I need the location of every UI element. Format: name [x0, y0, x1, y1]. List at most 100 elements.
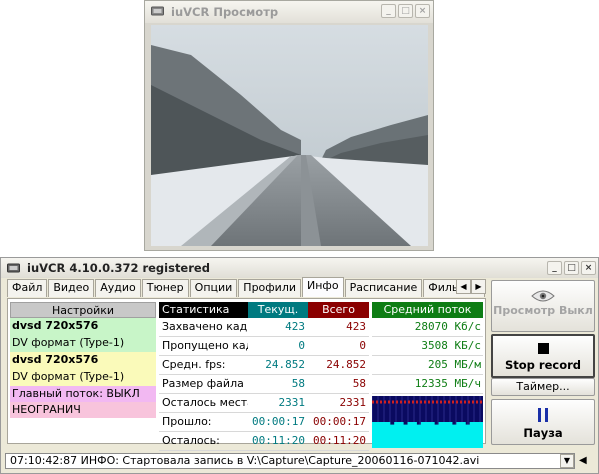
- stat-label: Размер файла: [159, 375, 248, 394]
- preview-window-title: iuVCR Просмотр: [171, 5, 279, 19]
- main-titlebar[interactable]: iuVCR 4.10.0.372 registered _ □ ×: [1, 258, 598, 278]
- stat-current-value: 24.852: [248, 356, 308, 375]
- graph-bar: [438, 422, 444, 448]
- minimize-icon[interactable]: _: [381, 4, 396, 18]
- stats-row: Прошло: 00:00:17 00:00:17: [159, 413, 369, 432]
- stat-label: Пропущено кадров:: [159, 337, 248, 356]
- pause-label: Пауза: [523, 426, 563, 440]
- tab-profiles[interactable]: Профили: [238, 279, 302, 297]
- stat-label: Прошло:: [159, 413, 248, 432]
- stat-current-value: 2331: [248, 394, 308, 413]
- graph-bar: [385, 422, 391, 448]
- graph-bar: [376, 422, 382, 448]
- preview-button-label: Просмотр Выкл: [493, 304, 593, 317]
- stat-label: Осталось:: [159, 432, 248, 451]
- stat-current-value: 00:11:20: [248, 432, 308, 451]
- video-preview: [151, 25, 428, 246]
- settings-row: DV формат (Type-1): [10, 335, 156, 352]
- stat-total-value: 00:00:17: [308, 413, 369, 432]
- preview-toggle-button[interactable]: Просмотр Выкл: [491, 280, 595, 332]
- stats-row: Захвачено кадров:423423: [159, 318, 369, 337]
- tab-scroll-left-icon[interactable]: ◀: [456, 279, 471, 294]
- tab-scroll-right-icon[interactable]: ▶: [471, 279, 486, 294]
- bitrate-value: 3508 КБ/с: [372, 337, 483, 356]
- settings-column: Настройки dvsd 720x576 DV формат (Type-1…: [10, 302, 156, 418]
- pause-button[interactable]: Пауза: [491, 399, 595, 445]
- graph-bar: [478, 422, 483, 448]
- graph-bar: [398, 422, 404, 448]
- graph-bar: [407, 422, 413, 448]
- status-text: 07:10:42:87 ИНФО: Стартовала запись в V:…: [10, 454, 480, 467]
- stat-current-value: 0: [248, 337, 308, 356]
- graph-bar: [474, 422, 480, 448]
- graph-bar: [411, 422, 417, 448]
- current-header: Текущ.: [248, 302, 308, 318]
- app-icon: [7, 263, 20, 273]
- tab-video[interactable]: Видео: [48, 279, 95, 297]
- tab-bar: Файл Видео Аудио Тюнер Опции Профили Инф…: [7, 277, 486, 297]
- bitrate-header: Средний поток: [372, 302, 483, 318]
- graph-bar: [469, 422, 475, 448]
- stats-table: Статистика Текущ. Всего Захвачено кадров…: [159, 302, 369, 451]
- stats-row: Пропущено кадров:00: [159, 337, 369, 356]
- graph-bar: [460, 422, 466, 448]
- preview-window: iuVCR Просмотр _ □ ×: [144, 0, 434, 251]
- stat-total-value: 2331: [308, 394, 369, 413]
- graph-bar: [451, 424, 457, 448]
- stat-current-value: 423: [248, 318, 308, 337]
- close-icon[interactable]: ×: [415, 4, 430, 18]
- tab-info[interactable]: Инфо: [302, 277, 344, 297]
- main-window-title: iuVCR 4.10.0.372 registered: [27, 261, 210, 275]
- settings-header: Настройки: [10, 302, 156, 318]
- stat-current-value: 58: [248, 375, 308, 394]
- settings-row: Главный поток: ВЫКЛ: [10, 386, 156, 402]
- maximize-icon[interactable]: □: [398, 4, 413, 18]
- bitrate-column: Средний поток 28070 Кб/с 3508 КБ/с 205 М…: [372, 302, 483, 448]
- graph-bar: [434, 424, 440, 448]
- scroll-left-icon[interactable]: ◀: [579, 455, 587, 466]
- tab-file[interactable]: Файл: [7, 279, 48, 297]
- graph-bar: [394, 422, 400, 448]
- stats-row: Размер файла 58 58: [159, 375, 369, 394]
- bitrate-value: 12335 МБ/ч: [372, 375, 483, 394]
- tab-options[interactable]: Опции: [189, 279, 238, 297]
- graph-bar: [389, 424, 395, 448]
- graph-bar: [420, 422, 426, 448]
- graph-bar: [416, 424, 422, 448]
- maximize-icon[interactable]: □: [564, 261, 579, 275]
- graph-bar: [429, 422, 435, 448]
- settings-row: dvsd 720x576: [10, 352, 156, 369]
- graph-bar: [456, 422, 462, 448]
- graph-bar: [443, 422, 448, 448]
- graph-bar: [372, 422, 377, 448]
- bitrate-graph: [372, 396, 483, 448]
- settings-row: dvsd 720x576: [10, 318, 156, 335]
- stats-row: Осталось: 00:11:20 00:11:20: [159, 432, 369, 451]
- tab-schedule[interactable]: Расписание: [344, 279, 423, 297]
- close-icon[interactable]: ×: [581, 261, 596, 275]
- stat-current-value: 00:00:17: [248, 413, 308, 432]
- stat-total-value: 423: [308, 318, 369, 337]
- graph-bar: [465, 424, 471, 448]
- status-dropdown-icon[interactable]: ▼: [560, 454, 574, 468]
- total-header: Всего: [308, 302, 369, 318]
- stats-row: Средн. fps: 24.852 24.852: [159, 356, 369, 375]
- tab-tuner[interactable]: Тюнер: [141, 279, 189, 297]
- settings-row: НЕОГРАНИЧ: [10, 402, 156, 418]
- stat-total-value: 58: [308, 375, 369, 394]
- bitrate-value: 205 МБ/м: [372, 356, 483, 375]
- status-log: 07:10:42:87 ИНФО: Стартовала запись в V:…: [5, 453, 575, 469]
- preview-titlebar[interactable]: iuVCR Просмотр _ □ ×: [145, 1, 433, 23]
- stat-label: Средн. fps:: [159, 356, 248, 375]
- eye-icon: [531, 290, 555, 302]
- bitrate-value: 28070 Кб/с: [372, 318, 483, 337]
- graph-bar: [425, 422, 431, 448]
- timer-button[interactable]: Таймер...: [491, 378, 595, 396]
- stop-record-button[interactable]: Stop record: [491, 334, 595, 378]
- stats-header: Статистика: [159, 302, 248, 318]
- stats-row: Осталось места:23312331: [159, 394, 369, 413]
- tab-audio[interactable]: Аудио: [95, 279, 141, 297]
- pause-icon: [538, 408, 548, 422]
- minimize-icon[interactable]: _: [547, 261, 562, 275]
- info-panel: Настройки dvsd 720x576 DV формат (Type-1…: [7, 298, 486, 451]
